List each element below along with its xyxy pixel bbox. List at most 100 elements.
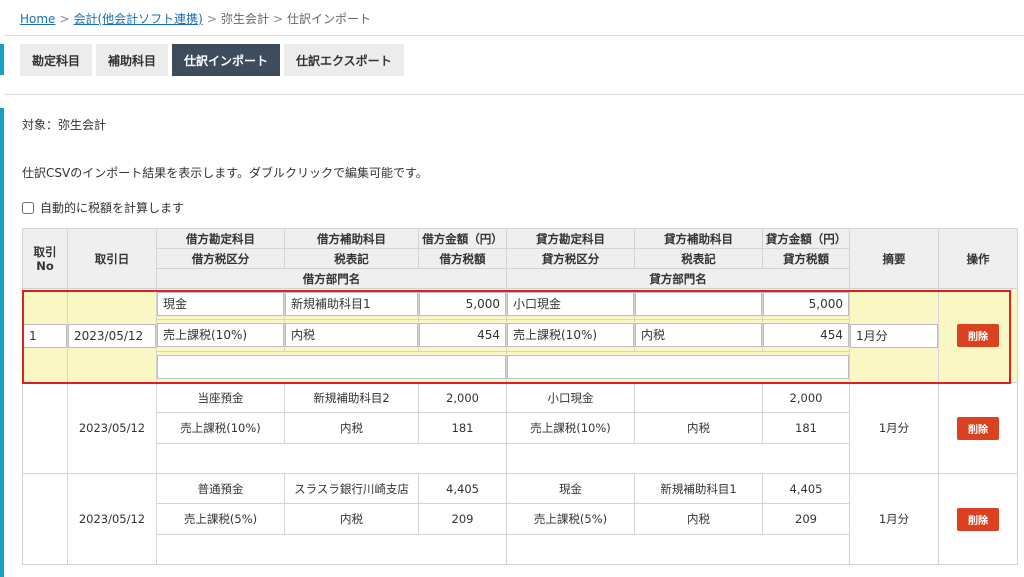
cell-debit-account: 現金 — [156, 287, 285, 321]
table-row-editing: 1 2023/05/12 現金 新規補助科目1 5,000 小口現金 5,000… — [22, 287, 1018, 383]
credit-sub-input[interactable] — [635, 292, 762, 317]
cell-debit-amount: 2,000 — [418, 381, 507, 414]
auto-calc-option[interactable]: 自動的に税額を計算します — [22, 199, 184, 216]
header-date: 取引日 — [67, 228, 157, 289]
debit-sub-input[interactable]: 新規補助科目1 — [285, 292, 418, 317]
tab-sub-accounts[interactable]: 補助科目 — [96, 44, 169, 76]
cell-debit-tax-note: 内税 — [284, 319, 419, 352]
breadcrumb-current: 仕訳インポート — [287, 12, 372, 26]
debit-amount-input[interactable]: 5,000 — [419, 292, 506, 317]
cell-credit-tax-note: 内税 — [634, 412, 763, 444]
cell-memo: 1月分 — [849, 473, 939, 565]
cell-debit-sub: スラスラ銀行川崎支店 — [284, 472, 419, 505]
cell-debit-tax-class: 売上課税(10%) — [156, 319, 285, 352]
header-credit-tax-class: 貸方税区分 — [506, 248, 635, 269]
cell-action: 削除 — [938, 288, 1018, 383]
cell-credit-account: 小口現金 — [506, 381, 635, 414]
cell-no: 1 — [22, 288, 68, 383]
credit-tax-input[interactable]: 454 — [763, 323, 849, 348]
no-input[interactable]: 1 — [23, 323, 67, 348]
cell-credit-amount: 4,405 — [762, 472, 850, 505]
header-credit-account: 貸方勘定科目 — [506, 228, 635, 249]
cell-no — [22, 382, 68, 474]
header-debit-dept: 借方部門名 — [156, 268, 507, 289]
cell-credit-amount: 5,000 — [762, 287, 850, 321]
cell-debit-tax: 454 — [418, 319, 507, 352]
credit-amount-input[interactable]: 5,000 — [763, 292, 849, 317]
delete-button[interactable]: 削除 — [957, 416, 999, 440]
cell-memo: 1月分 — [849, 288, 939, 383]
tab-bar: 勘定科目 補助科目 仕訳インポート 仕訳エクスポート — [20, 44, 404, 76]
cell-debit-tax-class: 売上課税(10%) — [156, 412, 285, 444]
delete-button[interactable]: 削除 — [957, 507, 999, 531]
breadcrumb-yayoi: 弥生会計 — [220, 12, 269, 26]
cell-debit-sub: 新規補助科目2 — [284, 381, 419, 414]
auto-calc-label: 自動的に税額を計算します — [40, 201, 185, 215]
debit-dept-input[interactable] — [157, 354, 506, 379]
cell-debit-tax: 181 — [418, 412, 507, 444]
breadcrumb-accounting-link[interactable]: 会計(他会計ソフト連携) — [74, 12, 203, 26]
memo-input[interactable]: 1月分 — [850, 323, 938, 348]
cell-debit-tax-class: 売上課税(5%) — [156, 503, 285, 535]
header-credit-tax-note: 税表記 — [634, 248, 763, 269]
cell-credit-tax-class: 売上課税(5%) — [506, 503, 635, 535]
accent-bar-main — [0, 108, 4, 577]
cell-credit-account: 現金 — [506, 472, 635, 505]
tab-account-items[interactable]: 勘定科目 — [20, 44, 93, 76]
delete-button[interactable]: 削除 — [957, 324, 999, 347]
tab-journal-export[interactable]: 仕訳エクスポート — [284, 44, 404, 76]
cell-action: 削除 — [938, 382, 1018, 474]
header-debit-amount: 借方金額（円） — [418, 228, 507, 249]
cell-memo: 1月分 — [849, 382, 939, 474]
header-debit-account: 借方勘定科目 — [156, 228, 285, 249]
cell-debit-tax: 209 — [418, 503, 507, 535]
debit-tax-note-input[interactable]: 内税 — [285, 323, 418, 348]
cell-debit-sub: 新規補助科目1 — [284, 287, 419, 321]
target-label: 対象：弥生会計 — [22, 118, 107, 132]
header-debit-tax-note: 税表記 — [284, 248, 419, 269]
cell-credit-tax: 209 — [762, 503, 850, 535]
breadcrumb-separator: > — [59, 12, 70, 26]
cell-debit-dept — [156, 442, 507, 475]
cell-debit-dept — [156, 350, 507, 384]
cell-date: 2023/05/12 — [67, 288, 157, 383]
date-input[interactable]: 2023/05/12 — [68, 323, 156, 348]
cell-debit-amount: 4,405 — [418, 472, 507, 505]
cell-credit-dept — [506, 533, 850, 566]
cell-credit-sub: 新規補助科目1 — [634, 472, 763, 505]
debit-tax-class-input[interactable]: 売上課税(10%) — [157, 323, 284, 348]
cell-credit-tax-class: 売上課税(10%) — [506, 319, 635, 352]
cell-credit-account: 小口現金 — [506, 287, 635, 321]
journal-table: 取引 No 取引日 借方勘定科目 借方補助科目 借方金額（円） 貸方勘定科目 貸… — [22, 228, 1018, 566]
breadcrumb-separator: > — [206, 12, 217, 26]
debit-account-input[interactable]: 現金 — [157, 292, 284, 317]
table-row[interactable]: 2023/05/12 普通預金 スラスラ銀行川崎支店 4,405 現金 新規補助… — [22, 472, 1018, 565]
tab-journal-import[interactable]: 仕訳インポート — [172, 44, 281, 76]
header-no: 取引 No — [22, 228, 68, 289]
cell-credit-dept — [506, 350, 850, 384]
cell-credit-tax-note: 内税 — [634, 319, 763, 352]
cell-no — [22, 473, 68, 565]
cell-debit-dept — [156, 533, 507, 566]
cell-debit-account: 当座預金 — [156, 381, 285, 414]
cell-action: 削除 — [938, 473, 1018, 565]
table-row[interactable]: 2023/05/12 当座預金 新規補助科目2 2,000 小口現金 2,000… — [22, 381, 1018, 474]
description-text: 仕訳CSVのインポート結果を表示します。ダブルクリックで編集可能です。 — [22, 166, 428, 180]
cell-date: 2023/05/12 — [67, 473, 157, 565]
divider — [4, 94, 1024, 95]
header-credit-dept: 貸方部門名 — [506, 268, 850, 289]
cell-debit-account: 普通預金 — [156, 472, 285, 505]
accent-bar-top — [0, 44, 4, 75]
header-debit-tax-class: 借方税区分 — [156, 248, 285, 269]
credit-dept-input[interactable] — [507, 354, 849, 379]
cell-credit-sub — [634, 287, 763, 321]
debit-tax-input[interactable]: 454 — [419, 323, 506, 348]
credit-tax-note-input[interactable]: 内税 — [635, 323, 762, 348]
credit-account-input[interactable]: 小口現金 — [507, 292, 634, 317]
auto-calc-checkbox[interactable] — [22, 201, 34, 214]
header-debit-tax: 借方税額 — [418, 248, 507, 269]
header-debit-sub: 借方補助科目 — [284, 228, 419, 249]
header-action: 操作 — [938, 228, 1018, 289]
credit-tax-class-input[interactable]: 売上課税(10%) — [507, 323, 634, 348]
breadcrumb-home-link[interactable]: Home — [20, 12, 55, 26]
